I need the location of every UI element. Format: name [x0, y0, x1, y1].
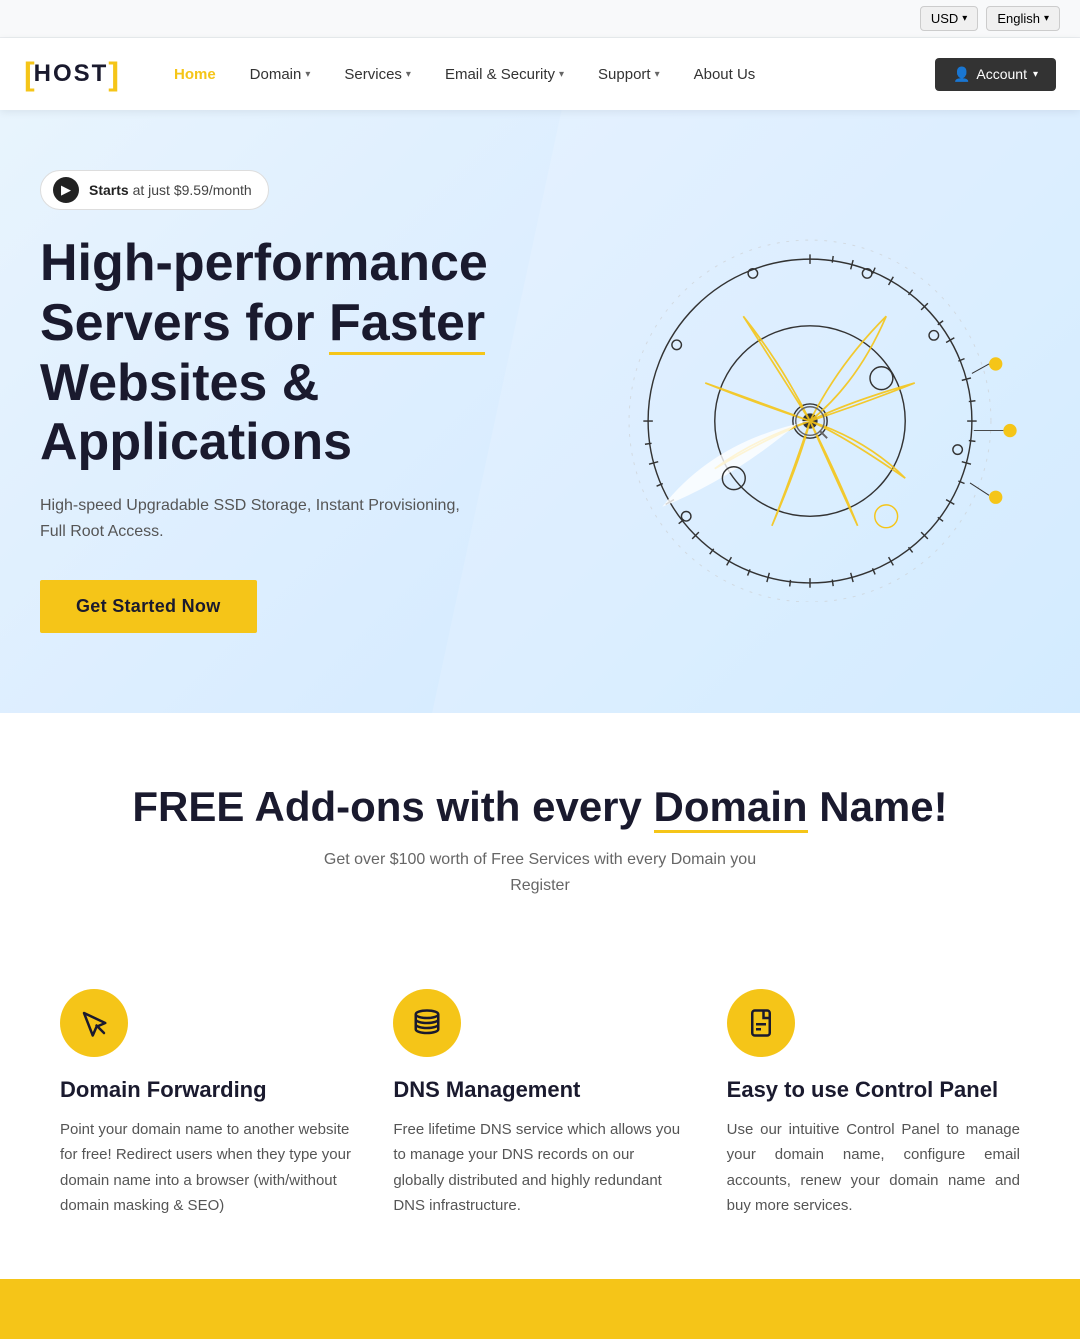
account-button[interactable]: 👤 Account — [935, 58, 1056, 91]
top-bar: USD English — [0, 0, 1080, 38]
account-label: Account — [976, 66, 1027, 82]
nav-home[interactable]: Home — [158, 58, 232, 91]
hero-title: High-performance Servers for Faster Webs… — [40, 234, 520, 473]
free-addons-subtitle: Get over $100 worth of Free Services wit… — [60, 847, 1020, 898]
domain-arrow: ▾ — [305, 69, 310, 80]
services-arrow: ▾ — [406, 69, 411, 80]
logo-bracket-right: ] — [108, 56, 118, 93]
free-addons-section: FREE Add-ons with every Domain Name! Get… — [0, 713, 1080, 948]
feature-dns-management: DNS Management Free lifetime DNS service… — [393, 989, 686, 1219]
feature-domain-forwarding: Domain Forwarding Point your domain name… — [60, 989, 353, 1219]
free-addons-title: FREE Add-ons with every Domain Name! — [60, 783, 1020, 831]
support-arrow: ▾ — [655, 69, 660, 80]
hero-subtitle: High-speed Upgradable SSD Storage, Insta… — [40, 493, 460, 544]
dns-management-icon-circle — [393, 989, 461, 1057]
domain-forwarding-desc: Point your domain name to another websit… — [60, 1117, 353, 1219]
hero-illustration — [560, 202, 1080, 622]
nav-email-security[interactable]: Email & Security ▾ — [429, 58, 580, 91]
footer-bar — [0, 1279, 1080, 1339]
database-icon — [412, 1008, 442, 1038]
navbar: [ HOST ] Home Domain ▾ Services ▾ Email … — [0, 38, 1080, 110]
hero-title-line4: Applications — [40, 413, 352, 471]
hero-badge: ▶ Starts at just $9.59/month — [40, 170, 269, 210]
control-panel-title: Easy to use Control Panel — [727, 1077, 1020, 1103]
email-arrow: ▾ — [559, 69, 564, 80]
feature-control-panel: Easy to use Control Panel Use our intuit… — [727, 989, 1020, 1219]
nav-services[interactable]: Services ▾ — [328, 58, 427, 91]
free-title-domain: Domain — [654, 783, 808, 833]
document-icon — [746, 1008, 776, 1038]
logo[interactable]: [ HOST ] — [24, 56, 118, 93]
badge-arrow-icon: ▶ — [53, 177, 79, 203]
dns-management-title: DNS Management — [393, 1077, 686, 1103]
nav-about[interactable]: About Us — [678, 58, 772, 91]
cursor-icon — [79, 1008, 109, 1038]
nav-support[interactable]: Support ▾ — [582, 58, 676, 91]
nav-links: Home Domain ▾ Services ▾ Email & Securit… — [158, 58, 935, 91]
account-icon: 👤 — [953, 66, 970, 83]
free-subtitle-line1: Get over $100 worth of Free Services wit… — [324, 851, 756, 868]
control-panel-desc: Use our intuitive Control Panel to manag… — [727, 1117, 1020, 1219]
badge-starts: Starts — [89, 182, 129, 198]
hero-title-line2-pre: Servers for — [40, 294, 329, 352]
domain-forwarding-icon-circle — [60, 989, 128, 1057]
language-selector[interactable]: English — [986, 6, 1060, 31]
free-subtitle-line2: Register — [510, 877, 570, 894]
features-section: Domain Forwarding Point your domain name… — [0, 949, 1080, 1279]
logo-text: HOST — [34, 60, 109, 88]
domain-forwarding-title: Domain Forwarding — [60, 1077, 353, 1103]
dns-management-desc: Free lifetime DNS service which allows y… — [393, 1117, 686, 1219]
nav-domain[interactable]: Domain ▾ — [234, 58, 327, 91]
gauge-svg — [560, 202, 1060, 602]
control-panel-icon-circle — [727, 989, 795, 1057]
currency-selector[interactable]: USD — [920, 6, 978, 31]
badge-price: at just $9.59/month — [133, 182, 252, 198]
free-title-pre: FREE Add-ons with every — [132, 783, 653, 830]
hero-title-faster: Faster — [329, 294, 485, 355]
get-started-button[interactable]: Get Started Now — [40, 580, 257, 633]
logo-bracket-left: [ — [24, 56, 34, 93]
hero-title-line1: High-performance — [40, 234, 488, 292]
hero-content: ▶ Starts at just $9.59/month High-perfor… — [40, 170, 520, 633]
hero-title-line3: Websites & — [40, 354, 319, 412]
hero-section: ▶ Starts at just $9.59/month High-perfor… — [0, 110, 1080, 713]
free-title-post: Name! — [808, 783, 948, 830]
